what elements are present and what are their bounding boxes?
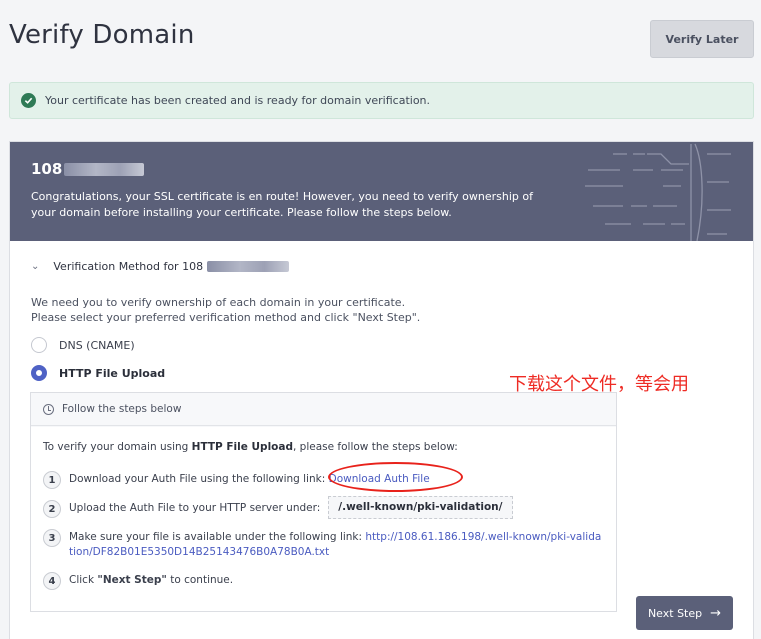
steps-lead: To verify your domain using HTTP File Up… — [43, 441, 458, 453]
step-3-text: Make sure your file is available under t… — [69, 530, 603, 560]
steps-panel: Follow the steps below To verify your do… — [30, 392, 617, 612]
next-step-label: Next Step — [647, 606, 703, 620]
step-number: 1 — [43, 471, 61, 489]
lead-prefix: To verify your domain using — [43, 441, 192, 453]
step-4: 4 Click "Next Step" to continue. — [43, 572, 233, 590]
next-step-button[interactable]: Next Step → — [636, 596, 733, 630]
step-number: 4 — [43, 572, 61, 590]
steps-header: Follow the steps below — [31, 393, 616, 426]
step-4-suffix: to continue. — [166, 574, 234, 586]
steps-header-label: Follow the steps below — [62, 403, 182, 415]
lead-bold: HTTP File Upload — [191, 441, 293, 453]
annotation-highlight-oval — [328, 462, 463, 492]
step-4-prefix: Click — [69, 574, 98, 586]
lead-suffix: , please follow the steps below: — [292, 441, 458, 453]
step-2: 2 Upload the Auth File to your HTTP serv… — [43, 496, 513, 519]
step-4-text: Click "Next Step" to continue. — [69, 573, 233, 588]
steps-body: To verify your domain using HTTP File Up… — [31, 427, 616, 611]
step-number: 3 — [43, 529, 61, 547]
step-number: 2 — [43, 500, 61, 518]
arrow-right-icon: → — [710, 605, 722, 621]
step-3-label: Make sure your file is available under t… — [69, 531, 363, 543]
step-4-bold: "Next Step" — [97, 574, 167, 586]
step-3: 3 Make sure your file is available under… — [43, 529, 603, 560]
validation-path: /.well-known/pki-validation/ — [328, 496, 513, 519]
clock-icon — [43, 403, 54, 415]
step-2-label: Upload the Auth File to your HTTP server… — [69, 502, 321, 514]
step-1-label: Download your Auth File using the follow… — [69, 473, 326, 485]
